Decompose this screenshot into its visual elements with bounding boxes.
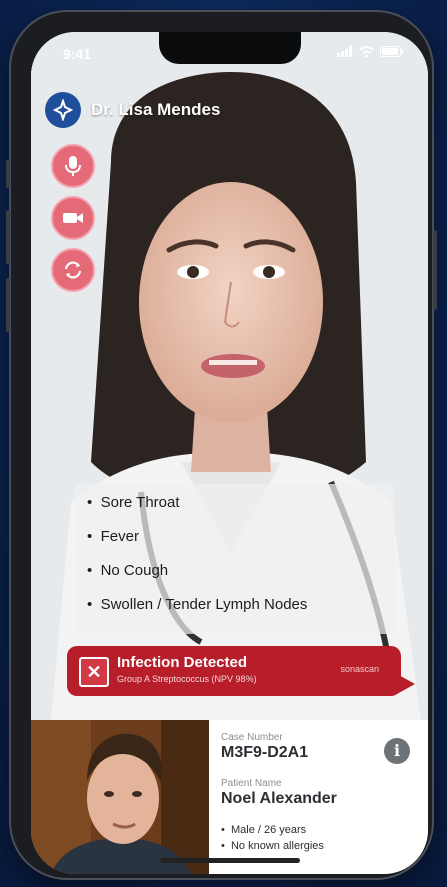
volume-up-button xyxy=(6,210,10,264)
infection-alert[interactable]: ✕ Infection Detected Group A Streptococc… xyxy=(67,646,415,696)
list-item: • No Cough xyxy=(87,562,169,579)
phone-screen: 9:41 Dr. Lisa Mendes • Sore Throat • Fev… xyxy=(31,32,428,874)
list-item: • Fever xyxy=(87,528,139,545)
call-header: Dr. Lisa Mendes xyxy=(45,92,220,128)
case-number: M3F9-D2A1 xyxy=(221,744,309,761)
battery-icon xyxy=(380,46,404,57)
switch-camera-icon xyxy=(64,261,82,279)
symptoms-list: • Sore Throat • Fever • No Cough • Swoll… xyxy=(75,484,395,634)
status-bar: 9:41 xyxy=(31,46,428,66)
patient-name-label: Patient Name xyxy=(221,778,282,789)
mute-switch xyxy=(6,160,10,188)
patient-detail: • No known allergies xyxy=(221,840,324,852)
signal-icon xyxy=(337,46,352,57)
status-icons xyxy=(337,46,404,57)
patient-detail: • Male / 26 years xyxy=(221,824,307,836)
power-button xyxy=(433,230,437,310)
logo-icon[interactable] xyxy=(45,92,81,128)
status-time: 9:41 xyxy=(63,46,92,62)
patient-name: Noel Alexander xyxy=(221,790,337,807)
microphone-icon xyxy=(65,156,81,176)
wifi-icon xyxy=(359,46,374,57)
alert-subtitle: Group A Streptococcus (NPV 98%) xyxy=(117,674,257,684)
camera-icon xyxy=(63,213,83,223)
camera-button[interactable] xyxy=(51,196,95,240)
switch-camera-button[interactable] xyxy=(51,248,95,292)
microphone-button[interactable] xyxy=(51,144,95,188)
info-icon[interactable]: i xyxy=(384,738,410,764)
list-item: • Sore Throat xyxy=(87,494,180,511)
patient-video[interactable] xyxy=(31,720,209,874)
case-number-label: Case Number xyxy=(221,732,283,743)
home-indicator[interactable] xyxy=(160,858,300,863)
close-icon: ✕ xyxy=(79,657,109,687)
volume-down-button xyxy=(6,278,10,332)
brand-label: sonascan xyxy=(340,664,379,674)
doctor-name: Dr. Lisa Mendes xyxy=(91,100,221,119)
patient-panel: Case Number M3F9-D2A1 Patient Name Noel … xyxy=(31,720,428,874)
alert-tail xyxy=(397,674,415,694)
list-item: • Swollen / Tender Lymph Nodes xyxy=(87,596,308,613)
patient-info: Case Number M3F9-D2A1 Patient Name Noel … xyxy=(221,720,428,874)
alert-title: Infection Detected xyxy=(117,654,248,671)
